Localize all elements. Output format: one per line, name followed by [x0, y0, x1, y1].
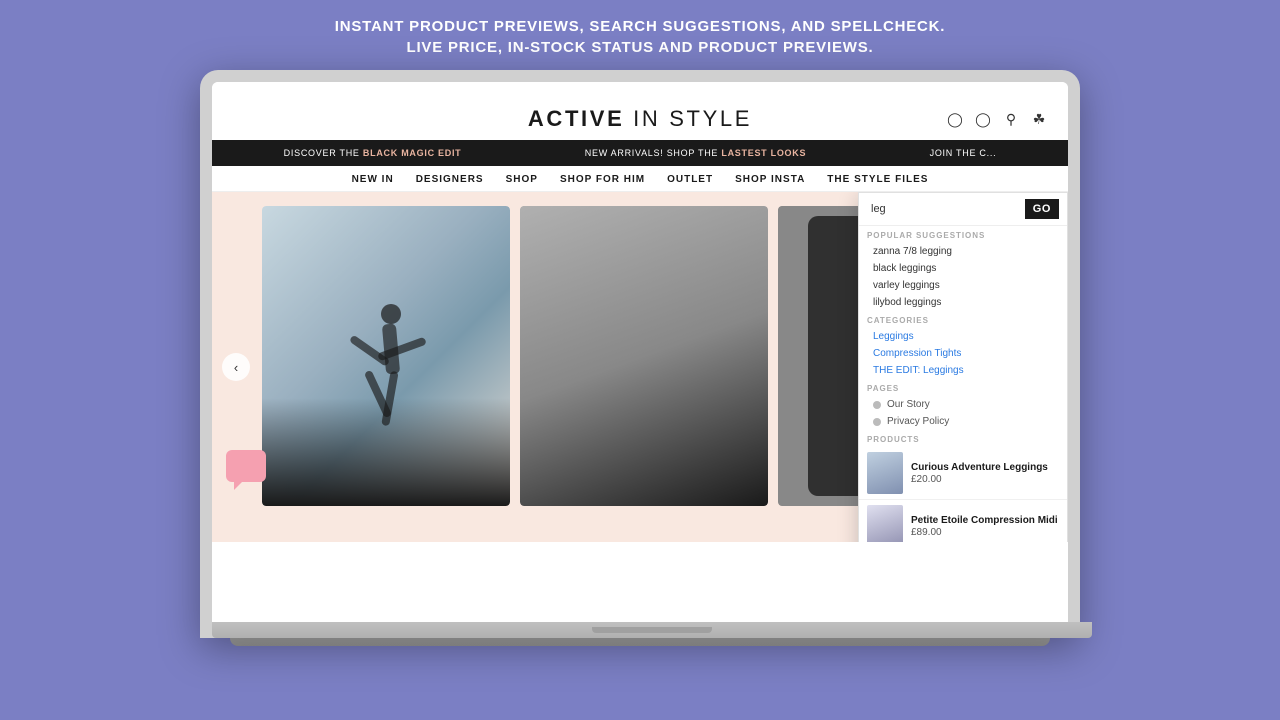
- logo-bold: ACTIVE: [528, 106, 625, 131]
- chat-bubble[interactable]: [226, 450, 266, 482]
- nav-shop[interactable]: SHOP: [506, 174, 538, 185]
- headline-line1: INSTANT PRODUCT PREVIEWS, SEARCH SUGGEST…: [20, 18, 1260, 35]
- page-2[interactable]: Privacy Policy: [859, 413, 1067, 430]
- product-info-2: Petite Etoile Compression Midi £89.00: [911, 514, 1059, 538]
- account-icon[interactable]: ◯: [946, 110, 964, 128]
- suggestion-3[interactable]: varley leggings: [859, 277, 1067, 294]
- site-logo: ACTIVE IN STYLE: [528, 106, 752, 132]
- nav-shop-for-him[interactable]: SHOP FOR HIM: [560, 174, 645, 185]
- laptop-foot: [230, 638, 1050, 646]
- promo-1[interactable]: DISCOVER THE BLACK MAGIC EDIT: [284, 148, 462, 158]
- product-price-1: £20.00: [911, 474, 1059, 485]
- product-name-2: Petite Etoile Compression Midi: [911, 514, 1059, 527]
- cart-icon[interactable]: ☘: [1030, 110, 1048, 128]
- header-icons: ◯ ◯ ⚲ ☘: [946, 110, 1048, 128]
- search-input-row: GO: [859, 193, 1067, 226]
- search-dropdown: GO POPULAR SUGGESTIONS zanna 7/8 legging…: [858, 192, 1068, 542]
- product-item-1[interactable]: Curious Adventure Leggings £20.00: [859, 447, 1067, 500]
- laptop-base: [212, 622, 1092, 638]
- laptop-screen: ACTIVE IN STYLE ◯ ◯ ⚲ ☘ DISCOVER THE BLA…: [212, 82, 1068, 622]
- nav-style-files[interactable]: THE STYLE FILES: [827, 174, 928, 185]
- search-icon[interactable]: ⚲: [1002, 110, 1020, 128]
- suggestion-4[interactable]: lilybod leggings: [859, 294, 1067, 311]
- page-dot-1: [873, 401, 881, 409]
- nav-shop-insta[interactable]: SHOP INSTA: [735, 174, 805, 185]
- nav-new-in[interactable]: NEW IN: [352, 174, 394, 185]
- promo-nav: DISCOVER THE BLACK MAGIC EDIT NEW ARRIVA…: [212, 140, 1068, 166]
- go-button[interactable]: GO: [1025, 199, 1059, 219]
- product-price-2: £89.00: [911, 527, 1059, 538]
- product-thumb-1: [867, 452, 903, 494]
- product-thumb-2: [867, 505, 903, 542]
- page-dot-2: [873, 418, 881, 426]
- promo-3[interactable]: JOIN THE C...: [930, 148, 997, 158]
- search-input[interactable]: [867, 201, 1025, 217]
- category-2[interactable]: Compression Tights: [859, 345, 1067, 362]
- nav-menu: NEW IN DESIGNERS SHOP SHOP FOR HIM OUTLE…: [212, 166, 1068, 192]
- site-logo-area: ACTIVE IN STYLE ◯ ◯ ⚲ ☘: [232, 96, 1048, 140]
- yoga-silhouette: [336, 296, 436, 476]
- nav-designers[interactable]: DESIGNERS: [416, 174, 484, 185]
- headline-area: INSTANT PRODUCT PREVIEWS, SEARCH SUGGEST…: [0, 0, 1280, 70]
- popular-suggestions-label: POPULAR SUGGESTIONS: [859, 226, 1067, 243]
- pages-label: PAGES: [859, 379, 1067, 396]
- headline-line2: LIVE PRICE, IN-STOCK STATUS AND PRODUCT …: [20, 39, 1260, 56]
- promo-2[interactable]: NEW ARRIVALS! SHOP THE LASTEST LOOKS: [585, 148, 806, 158]
- image-yoga: [262, 206, 510, 506]
- product-name-1: Curious Adventure Leggings: [911, 461, 1059, 474]
- logo-light: IN STYLE: [624, 106, 752, 131]
- page-1-label: Our Story: [887, 399, 930, 410]
- page-1[interactable]: Our Story: [859, 396, 1067, 413]
- category-3[interactable]: THE EDIT: Leggings: [859, 362, 1067, 379]
- page-2-label: Privacy Policy: [887, 416, 949, 427]
- products-label: PRODUCTS: [859, 430, 1067, 447]
- suggestion-1[interactable]: zanna 7/8 legging: [859, 243, 1067, 260]
- category-1[interactable]: Leggings: [859, 328, 1067, 345]
- nav-outlet[interactable]: OUTLET: [667, 174, 713, 185]
- categories-label: CATEGORIES: [859, 311, 1067, 328]
- shoes-visual: [520, 206, 768, 506]
- site-header: ACTIVE IN STYLE ◯ ◯ ⚲ ☘: [212, 82, 1068, 140]
- main-content: ‹: [212, 192, 1068, 542]
- image-shoes: [520, 206, 768, 506]
- product-info-1: Curious Adventure Leggings £20.00: [911, 461, 1059, 485]
- slider-prev-button[interactable]: ‹: [222, 353, 250, 381]
- laptop-notch: [592, 627, 712, 633]
- laptop-frame: ACTIVE IN STYLE ◯ ◯ ⚲ ☘ DISCOVER THE BLA…: [200, 70, 1080, 638]
- product-item-2[interactable]: Petite Etoile Compression Midi £89.00: [859, 500, 1067, 542]
- help-icon[interactable]: ◯: [974, 110, 992, 128]
- suggestion-2[interactable]: black leggings: [859, 260, 1067, 277]
